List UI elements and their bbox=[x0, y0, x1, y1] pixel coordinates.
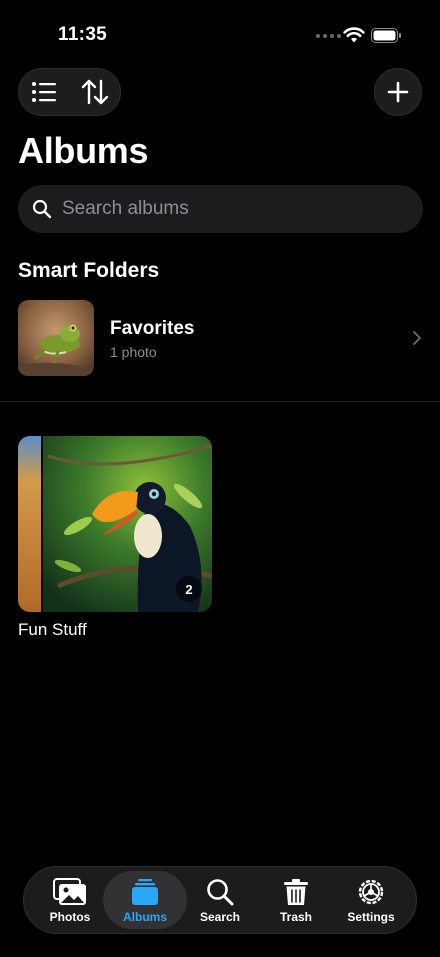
folder-name: Favorites bbox=[110, 318, 195, 339]
page-title: Albums bbox=[18, 130, 149, 171]
tab-photos[interactable]: Photos bbox=[28, 871, 112, 929]
list-icon bbox=[32, 82, 57, 102]
sort-arrows-icon bbox=[81, 79, 108, 105]
smart-folder-favorites[interactable]: Favorites 1 photo bbox=[0, 298, 440, 378]
tab-bar: Photos Albums Search Trash Settings bbox=[23, 866, 417, 934]
tab-label: Settings bbox=[347, 910, 395, 924]
sort-button[interactable] bbox=[70, 68, 121, 116]
cellular-signal-icon bbox=[316, 34, 341, 38]
trash-icon bbox=[284, 879, 308, 905]
list-view-button[interactable] bbox=[19, 68, 70, 116]
favorites-thumbnail bbox=[18, 300, 94, 376]
album-name: Fun Stuff bbox=[18, 620, 87, 639]
tab-trash[interactable]: Trash bbox=[254, 871, 338, 929]
tab-label: Search bbox=[199, 910, 241, 924]
album-card[interactable]: 2 Fun Stuff bbox=[18, 436, 212, 642]
status-time: 11:35 bbox=[58, 24, 108, 45]
tab-label: Albums bbox=[122, 910, 167, 924]
battery-icon bbox=[371, 28, 401, 43]
section-divider bbox=[0, 401, 440, 402]
status-bar: 11:35 bbox=[0, 0, 440, 70]
tab-search[interactable]: Search bbox=[178, 871, 262, 929]
search-icon bbox=[207, 879, 234, 906]
search-input[interactable] bbox=[62, 198, 392, 220]
wifi-icon bbox=[343, 27, 365, 43]
smart-folders-heading: Smart Folders bbox=[18, 259, 160, 282]
chevron-right-icon bbox=[413, 331, 421, 345]
tab-label: Photos bbox=[49, 910, 91, 924]
tab-label: Trash bbox=[279, 910, 312, 924]
view-options-group bbox=[18, 68, 121, 116]
tab-settings[interactable]: Settings bbox=[329, 871, 413, 929]
search-icon bbox=[32, 199, 52, 219]
add-album-button[interactable] bbox=[374, 68, 422, 116]
settings-icon bbox=[358, 879, 384, 905]
plus-icon bbox=[387, 81, 409, 103]
albums-icon bbox=[132, 879, 158, 905]
tab-albums[interactable]: Albums bbox=[103, 871, 187, 929]
folder-count: 1 photo bbox=[110, 344, 157, 360]
photos-icon bbox=[53, 878, 86, 905]
search-bar[interactable] bbox=[18, 185, 423, 233]
album-thumbnail: 2 bbox=[18, 436, 212, 612]
album-count-badge: 2 bbox=[176, 576, 202, 602]
